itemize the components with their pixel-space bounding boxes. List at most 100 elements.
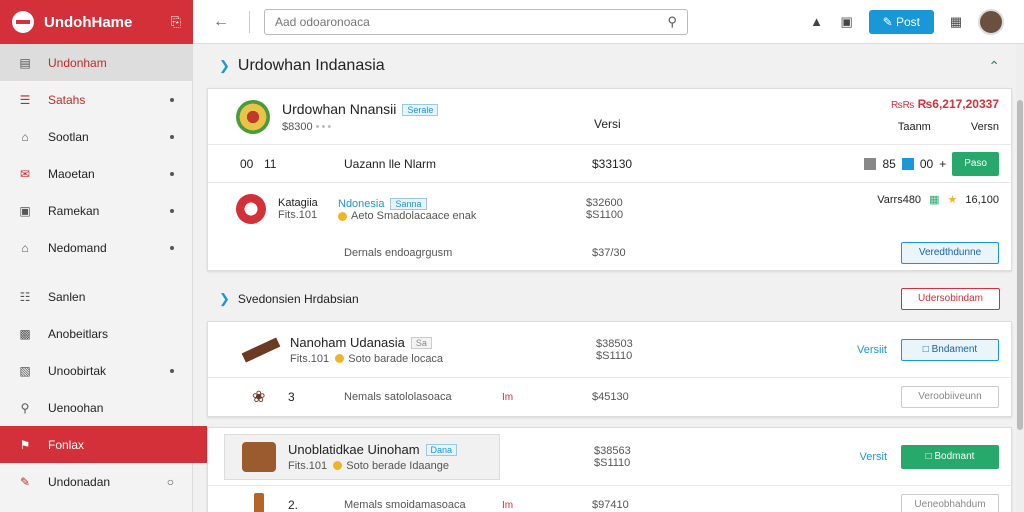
row-desc: Dernals endoagrgusm <box>344 247 453 259</box>
list-icon: ☰ <box>19 92 31 107</box>
dot-indicator <box>170 171 174 176</box>
product-desc: Soto barade locaca <box>348 352 444 365</box>
table-row[interactable]: Dernals endoagrgusm $37/30 Veredthdunne <box>208 235 1011 271</box>
sidebar-item-1[interactable]: ☰ Satahs <box>0 81 192 118</box>
row-amount: $37/30 <box>592 247 626 259</box>
dots-icon: ••• <box>315 120 334 133</box>
section-header[interactable]: ❯ Svedonsien Hrdabsian Udersobindam <box>207 277 1012 321</box>
sidebar-item-10[interactable]: ⚑ Fonlax <box>0 426 207 463</box>
chevron-right-icon: ❯ <box>219 291 230 306</box>
sub-row[interactable]: 2. Memals smoidamasoaca Im $97410 Ueneob… <box>208 486 1011 512</box>
pin-icon: ⚲ <box>20 400 30 415</box>
circle-icon[interactable]: ○ <box>167 475 174 489</box>
row-desc: Aeto Smadolacaace enak <box>351 210 477 222</box>
product-thumbnail <box>236 194 266 224</box>
product-thumbnail <box>236 99 270 134</box>
avatar[interactable] <box>978 8 1004 35</box>
product-name: Urdowhan Nnansii <box>282 100 397 117</box>
section-action-button[interactable]: Udersobindam <box>901 288 1000 310</box>
sidebar-item-2[interactable]: ⌂ Sootlan <box>0 118 192 155</box>
dot-indicator <box>170 97 174 102</box>
sub-amount: $45130 <box>592 391 629 403</box>
sidebar-item-5[interactable]: ⌂ Nedomand <box>0 229 192 266</box>
divider <box>249 10 250 33</box>
sidebar-item-0[interactable]: ▤ Undonham <box>0 44 192 81</box>
bell-icon[interactable]: ▲ <box>809 14 825 30</box>
search-icon[interactable]: ⚲ <box>667 14 677 30</box>
price-code: ₨₨ <box>890 100 915 111</box>
product-row[interactable]: Unoblatidkae Uinoham Dana Fits.101 Soto b… <box>208 428 1011 486</box>
product-thumbnail <box>241 336 281 363</box>
sidebar-item-4[interactable]: ▣ Ramekan <box>0 192 192 229</box>
price-value: ₨6,217,20337 <box>917 97 999 111</box>
product-action-button[interactable]: □ Bodmant <box>901 444 999 469</box>
product-versi[interactable]: Versit <box>859 451 887 463</box>
brand-bar: UndohHame ⎘ <box>0 0 193 44</box>
sidebar-item-8[interactable]: ▧ Unoobirtak <box>0 352 192 389</box>
count-b: 00 <box>919 156 934 171</box>
search-box[interactable]: ⚲ <box>264 8 688 35</box>
sub-row[interactable]: ❀ 3 Nemals satololasoaca Im $45130 Veroo… <box>208 378 1011 416</box>
spice-icon: ❀ <box>252 389 266 406</box>
sidebar-item-label: Ramekan <box>48 203 100 218</box>
sub-action-button[interactable]: Ueneobhahdum <box>901 494 999 512</box>
post-button[interactable]: ✎ Post <box>868 9 934 34</box>
table-row[interactable]: Katagiia Fits.101 Ndonesia Sanna Aeto Sma… <box>208 183 1011 235</box>
product-versi[interactable]: Versiit <box>857 344 887 356</box>
scrollbar-thumb[interactable] <box>1017 100 1023 430</box>
image-icon[interactable]: ▣ <box>839 14 855 30</box>
section-header[interactable]: ❯ Urdowhan Indanasia ⌃ <box>207 44 1012 88</box>
badge-icon: ▦ <box>929 194 940 206</box>
sidebar-item-11[interactable]: ✎ Undonadan ○ <box>0 463 192 500</box>
gray-square-icon <box>864 157 877 170</box>
sub-mark: Im <box>502 391 514 403</box>
sidebar-item-6[interactable]: ☷ Sanlen <box>0 278 192 315</box>
row-link[interactable]: Ndonesia <box>338 198 384 210</box>
coin-icon <box>335 354 345 364</box>
chevron-up-icon[interactable]: ⌃ <box>988 58 1000 75</box>
table-row[interactable]: 00 11 Uazann lle Nlarm $33130 85 00 + Pa… <box>208 145 1011 183</box>
product-row[interactable]: Nanoham Udanasia Sa Fits.101 Soto barade … <box>208 322 1011 378</box>
section-title: Svedonsien Hrdabsian <box>237 292 359 306</box>
exit-icon[interactable]: ⎘ <box>171 14 181 30</box>
top-toolbar: ← ⚲ ▲ ▣ ✎ Post ▦ <box>193 0 1024 44</box>
sidebar-item-label: Maoetan <box>48 166 95 181</box>
link-icon: □ <box>922 343 932 355</box>
post-button-label: Post <box>895 14 920 29</box>
dot-indicator <box>170 208 174 213</box>
product-tag: Sa <box>410 337 432 350</box>
action-button[interactable]: Veredthdunne <box>901 242 999 264</box>
sidebar-item-3[interactable]: ✉ Maoetan <box>0 155 192 192</box>
sidebar-item-label: Fonlax <box>48 437 85 452</box>
row-versi: Varrs480 <box>877 193 922 206</box>
back-arrow-icon[interactable]: ← <box>213 13 233 31</box>
count-a: 85 <box>882 156 896 171</box>
sub-desc: Memals smoidamasoaca <box>344 499 466 511</box>
sidebar-item-label: Undonadan <box>48 474 111 489</box>
product-sub: Fits.101 <box>290 352 330 365</box>
sidebar-item-7[interactable]: ▩ Anobeitlars <box>0 315 192 352</box>
sidebar-item-9[interactable]: ⚲ Uenoohan <box>0 389 192 426</box>
box-icon[interactable]: ▦ <box>948 14 964 30</box>
scrollbar[interactable] <box>1016 44 1024 512</box>
sidebar-item-label: Uenoohan <box>48 400 104 415</box>
row-rating: 16,100 <box>965 193 999 206</box>
sidebar-item-label: Undonham <box>48 55 107 70</box>
product-amount-a: $38563 <box>594 444 631 457</box>
chevron-right-icon: ❯ <box>219 58 230 73</box>
star-icon: ★ <box>947 194 958 206</box>
product-thumbnail <box>242 441 276 472</box>
pass-button[interactable]: Paso <box>952 151 999 176</box>
row-amount-a: $32600 <box>586 197 623 209</box>
dot-indicator <box>170 368 174 373</box>
product-action-button[interactable]: □ Bndament <box>901 338 999 361</box>
flag-icon: ⚑ <box>19 437 31 452</box>
plus-label[interactable]: + <box>939 157 946 171</box>
mail-icon: ✉ <box>19 166 31 181</box>
search-input[interactable] <box>275 14 668 29</box>
column-header-taarn: Taanm <box>897 121 931 133</box>
app-title: UndohHame <box>44 13 133 31</box>
sub-action-button[interactable]: Veroobiiveunn <box>901 386 999 408</box>
section-title: Urdowhan Indanasia <box>237 57 385 74</box>
